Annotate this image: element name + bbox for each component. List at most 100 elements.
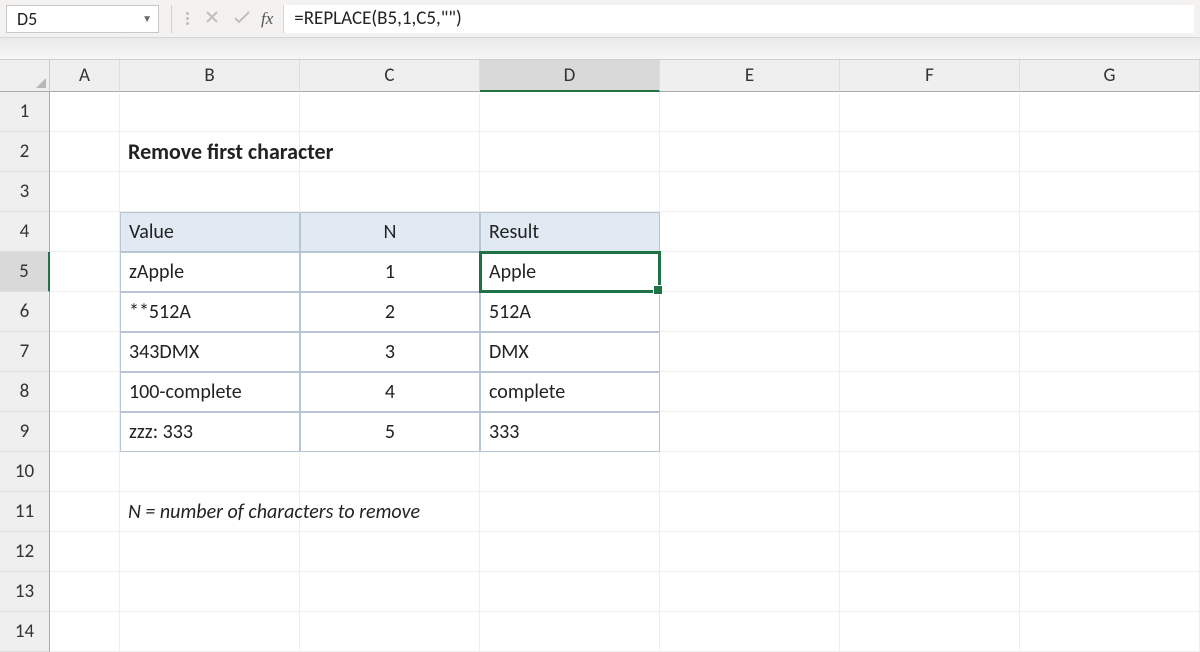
cell[interactable] <box>50 572 120 612</box>
cell[interactable] <box>480 532 660 572</box>
cell[interactable] <box>480 452 660 492</box>
row-header-11[interactable]: 11 <box>0 492 50 532</box>
cell[interactable] <box>50 372 120 412</box>
cell[interactable] <box>50 252 120 292</box>
row-header-2[interactable]: 2 <box>0 132 50 172</box>
cell[interactable] <box>480 612 660 652</box>
col-header-B[interactable]: B <box>120 60 300 92</box>
row-header-5[interactable]: 5 <box>0 252 50 292</box>
table-header-value[interactable]: Value <box>120 212 300 252</box>
cell[interactable] <box>840 292 1020 332</box>
cell[interactable] <box>1020 532 1200 572</box>
cell[interactable] <box>660 332 840 372</box>
table-row[interactable]: 512A <box>480 292 660 332</box>
table-row[interactable]: DMX <box>480 332 660 372</box>
cell[interactable] <box>660 372 840 412</box>
cell[interactable] <box>840 612 1020 652</box>
cell[interactable] <box>660 572 840 612</box>
table-row[interactable]: **512A <box>120 292 300 332</box>
cell[interactable] <box>300 572 480 612</box>
cell[interactable] <box>50 92 120 132</box>
cell[interactable] <box>840 572 1020 612</box>
table-row[interactable]: 333 <box>480 412 660 452</box>
dropdown-arrow-icon[interactable]: ▼ <box>142 12 152 25</box>
row-header-4[interactable]: 4 <box>0 212 50 252</box>
cell[interactable] <box>660 172 840 212</box>
cell[interactable] <box>1020 172 1200 212</box>
row-header-13[interactable]: 13 <box>0 572 50 612</box>
select-all-corner[interactable] <box>0 60 50 92</box>
row-header-1[interactable]: 1 <box>0 92 50 132</box>
cancel-icon[interactable] <box>197 7 227 31</box>
cell[interactable] <box>840 212 1020 252</box>
cell[interactable] <box>300 452 480 492</box>
table-header-result[interactable]: Result <box>480 212 660 252</box>
cell[interactable] <box>50 412 120 452</box>
cell[interactable] <box>1020 332 1200 372</box>
cell[interactable] <box>50 172 120 212</box>
col-header-F[interactable]: F <box>840 60 1020 92</box>
cell[interactable] <box>1020 132 1200 172</box>
cell[interactable] <box>480 172 660 212</box>
cell[interactable] <box>1020 572 1200 612</box>
cell[interactable] <box>50 532 120 572</box>
name-box[interactable]: D5 ▼ <box>6 5 159 33</box>
cell[interactable] <box>1020 492 1200 532</box>
cell[interactable] <box>1020 372 1200 412</box>
col-header-D[interactable]: D <box>480 60 660 92</box>
row-header-9[interactable]: 9 <box>0 412 50 452</box>
table-row[interactable]: 1 <box>300 252 480 292</box>
col-header-A[interactable]: A <box>50 60 120 92</box>
cell[interactable] <box>1020 412 1200 452</box>
row-header-12[interactable]: 12 <box>0 532 50 572</box>
cell[interactable] <box>840 412 1020 452</box>
cell[interactable] <box>1020 252 1200 292</box>
cell[interactable] <box>50 132 120 172</box>
cell[interactable] <box>660 532 840 572</box>
cell[interactable] <box>50 492 120 532</box>
fx-icon[interactable]: fx <box>257 9 283 29</box>
table-row[interactable]: 100-complete <box>120 372 300 412</box>
cell[interactable] <box>1020 92 1200 132</box>
cell[interactable] <box>300 612 480 652</box>
cell[interactable] <box>840 492 1020 532</box>
cell[interactable] <box>300 92 480 132</box>
row-header-7[interactable]: 7 <box>0 332 50 372</box>
cell[interactable] <box>50 292 120 332</box>
table-row[interactable]: 2 <box>300 292 480 332</box>
row-header-14[interactable]: 14 <box>0 612 50 652</box>
cell[interactable] <box>50 452 120 492</box>
formula-input[interactable]: =REPLACE(B5,1,C5,"") <box>283 5 1194 33</box>
cell[interactable] <box>1020 612 1200 652</box>
cell[interactable] <box>840 452 1020 492</box>
col-header-E[interactable]: E <box>660 60 840 92</box>
cell[interactable] <box>300 172 480 212</box>
table-row[interactable]: zzz: 333 <box>120 412 300 452</box>
cell[interactable] <box>840 172 1020 212</box>
table-row[interactable]: complete <box>480 372 660 412</box>
cell[interactable] <box>120 532 300 572</box>
cell[interactable] <box>660 252 840 292</box>
row-header-8[interactable]: 8 <box>0 372 50 412</box>
table-row[interactable]: zApple <box>120 252 300 292</box>
cell[interactable] <box>840 532 1020 572</box>
cell[interactable] <box>480 572 660 612</box>
cell[interactable] <box>840 332 1020 372</box>
cell[interactable] <box>840 372 1020 412</box>
cell[interactable] <box>50 332 120 372</box>
cell[interactable] <box>300 532 480 572</box>
table-row[interactable]: 5 <box>300 412 480 452</box>
cell[interactable] <box>480 492 660 532</box>
cell[interactable] <box>1020 452 1200 492</box>
cell[interactable] <box>660 412 840 452</box>
cell[interactable] <box>120 452 300 492</box>
cell[interactable] <box>120 92 300 132</box>
table-row[interactable]: 343DMX <box>120 332 300 372</box>
confirm-icon[interactable] <box>227 7 257 31</box>
cell[interactable] <box>120 612 300 652</box>
cell[interactable] <box>1020 212 1200 252</box>
cell[interactable] <box>660 92 840 132</box>
cell[interactable] <box>120 572 300 612</box>
table-row[interactable]: 4 <box>300 372 480 412</box>
note-cell[interactable]: N = number of characters to remove <box>120 492 300 532</box>
